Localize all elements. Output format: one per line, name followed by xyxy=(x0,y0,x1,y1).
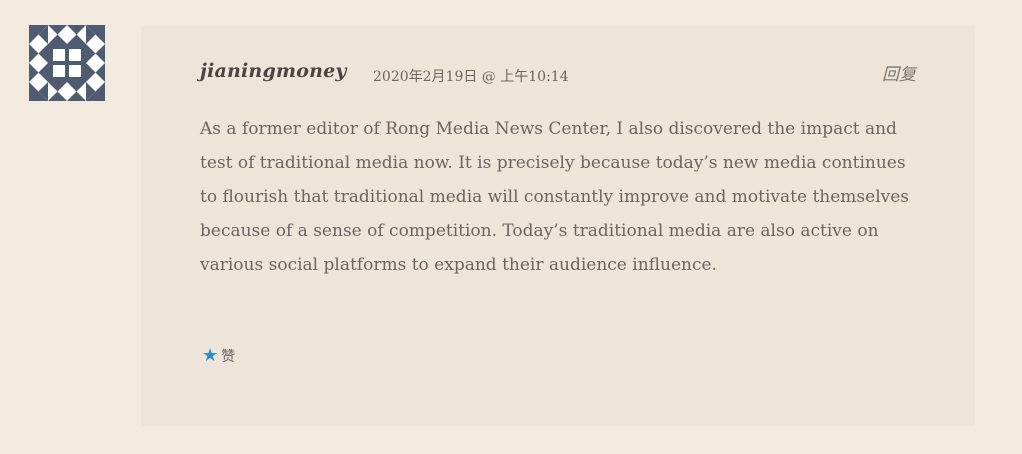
identicon-avatar-icon xyxy=(29,25,105,101)
comment-card: jianingmoney 2020年2月19日 @ 上午10:14 回复 As … xyxy=(141,26,975,426)
comment-author[interactable]: jianingmoney xyxy=(200,60,347,82)
reply-link[interactable]: 回复 xyxy=(882,60,916,85)
like-button[interactable]: ★ 赞 xyxy=(202,346,235,366)
star-icon: ★ xyxy=(202,345,219,366)
avatar[interactable] xyxy=(29,25,105,101)
like-label: 赞 xyxy=(221,349,236,365)
comment-body: As a former editor of Rong Media News Ce… xyxy=(200,119,910,275)
comment-timestamp-link[interactable]: 2020年2月19日 @ 上午10:14 xyxy=(373,66,569,86)
